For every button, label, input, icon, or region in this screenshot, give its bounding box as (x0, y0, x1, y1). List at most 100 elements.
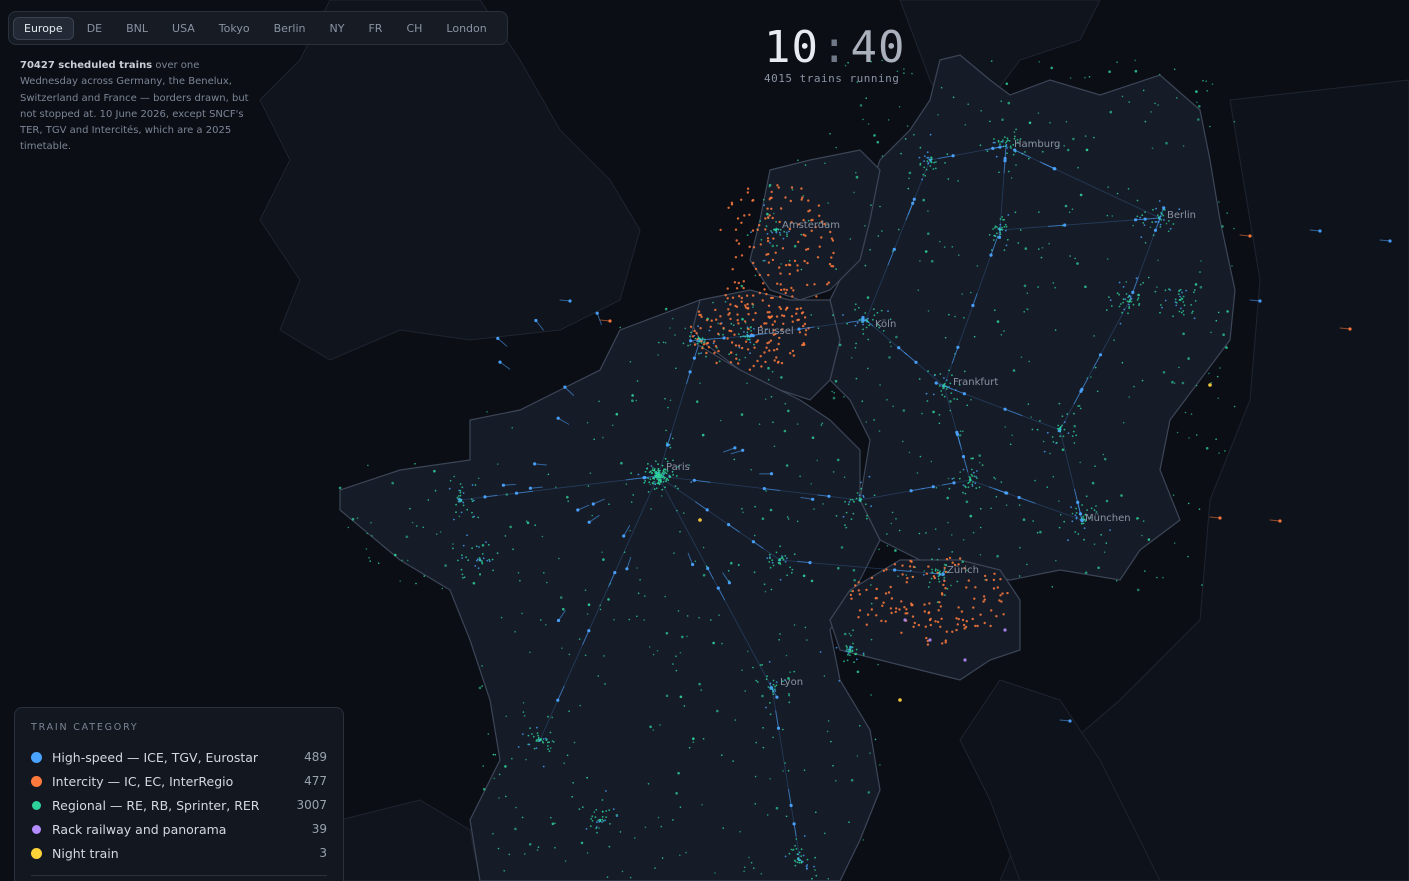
train-regional[interactable] (644, 470, 647, 473)
train-regional[interactable] (1023, 284, 1027, 288)
train-intercity[interactable] (796, 307, 799, 311)
train-regional[interactable] (601, 810, 604, 813)
train-regional[interactable] (473, 515, 476, 518)
train-regional[interactable] (869, 249, 871, 251)
train-regional[interactable] (1233, 405, 1236, 408)
train-regional[interactable] (866, 514, 868, 517)
train-regional[interactable] (752, 306, 754, 309)
train-regional[interactable] (1128, 294, 1131, 297)
train-regional[interactable] (963, 317, 965, 319)
train-regional[interactable] (748, 856, 750, 859)
train-regional[interactable] (803, 769, 806, 771)
train-regional[interactable] (772, 564, 775, 567)
train-regional[interactable] (536, 849, 539, 851)
train-regional[interactable] (860, 487, 863, 490)
train-regional[interactable] (767, 686, 770, 688)
train-regional[interactable] (536, 732, 539, 734)
train-intercity[interactable] (893, 563, 897, 566)
train-intercity[interactable] (913, 621, 916, 625)
train-intercity[interactable] (889, 585, 892, 589)
train-regional[interactable] (769, 508, 773, 512)
train-intercity[interactable] (768, 349, 771, 352)
train-regional[interactable] (662, 470, 665, 472)
train-intercity[interactable] (972, 606, 975, 609)
train-regional[interactable] (1000, 140, 1003, 143)
train-regional[interactable] (859, 725, 861, 727)
train-regional[interactable] (1162, 371, 1166, 374)
train-regional[interactable] (1221, 225, 1224, 228)
train-regional[interactable] (1178, 366, 1180, 369)
train-regional[interactable] (962, 468, 965, 471)
train-regional[interactable] (940, 390, 943, 392)
train-regional[interactable] (677, 771, 680, 775)
train-regional[interactable] (679, 695, 683, 699)
train-regional[interactable] (613, 618, 615, 621)
train-regional[interactable] (1137, 297, 1140, 299)
train-regional[interactable] (732, 760, 734, 762)
train-regional[interactable] (1118, 293, 1120, 296)
train-regional[interactable] (1156, 286, 1158, 288)
train-regional[interactable] (946, 496, 949, 500)
train-regional[interactable] (1134, 69, 1138, 73)
train-regional[interactable] (461, 554, 463, 557)
train-regional[interactable] (975, 487, 978, 490)
train-intercity[interactable] (898, 608, 901, 611)
train-regional[interactable] (1077, 166, 1079, 169)
train-international[interactable] (568, 299, 572, 303)
train-regional[interactable] (1054, 329, 1057, 331)
train-regional[interactable] (788, 693, 790, 695)
train-regional[interactable] (917, 289, 920, 292)
train-intercity[interactable] (764, 228, 767, 231)
train-high-speed[interactable] (789, 803, 793, 808)
train-regional[interactable] (594, 816, 597, 819)
train-intercity[interactable] (791, 349, 795, 353)
train-regional[interactable] (401, 559, 403, 562)
train-regional[interactable] (1191, 310, 1194, 313)
tab-de[interactable]: DE (76, 17, 113, 40)
train-intercity[interactable] (773, 320, 777, 323)
train-regional[interactable] (1108, 296, 1110, 298)
train-regional[interactable] (850, 778, 854, 782)
train-regional[interactable] (644, 595, 646, 597)
train-regional[interactable] (765, 678, 768, 681)
train-intercity[interactable] (717, 332, 720, 335)
train-regional[interactable] (505, 795, 507, 798)
train-regional[interactable] (517, 746, 520, 748)
train-regional[interactable] (1075, 516, 1078, 518)
train-high-speed[interactable] (498, 360, 502, 364)
train-high-speed[interactable] (931, 485, 935, 489)
train-regional[interactable] (1106, 258, 1109, 260)
train-regional[interactable] (1067, 539, 1069, 542)
train-regional[interactable] (369, 560, 372, 562)
train-regional[interactable] (925, 392, 928, 395)
train-intercity[interactable] (943, 579, 946, 583)
train-regional[interactable] (1004, 145, 1007, 148)
tab-london[interactable]: London (435, 17, 497, 40)
train-regional[interactable] (990, 507, 992, 510)
train-regional[interactable] (694, 337, 697, 340)
train-regional[interactable] (675, 792, 678, 795)
train-intercity[interactable] (752, 318, 755, 321)
train-intercity[interactable] (901, 564, 904, 567)
train-regional[interactable] (1007, 101, 1011, 105)
train-regional[interactable] (1180, 307, 1182, 310)
train-regional[interactable] (938, 548, 940, 550)
train-regional[interactable] (1128, 101, 1130, 103)
train-intercity[interactable] (770, 296, 773, 300)
train-regional[interactable] (1128, 303, 1130, 306)
train-regional[interactable] (654, 483, 657, 486)
train-regional[interactable] (620, 461, 623, 465)
train-regional[interactable] (1058, 526, 1061, 529)
train-regional[interactable] (482, 557, 485, 560)
train-regional[interactable] (847, 653, 849, 656)
train-regional[interactable] (365, 548, 368, 550)
train-regional[interactable] (555, 486, 557, 489)
train-regional[interactable] (948, 487, 951, 490)
train-regional[interactable] (601, 821, 603, 823)
train-regional[interactable] (1217, 397, 1219, 400)
train-regional[interactable] (1218, 452, 1220, 454)
train-regional[interactable] (775, 681, 778, 683)
train-regional[interactable] (926, 151, 929, 154)
train-regional[interactable] (892, 405, 894, 408)
train-intercity[interactable] (766, 341, 769, 345)
